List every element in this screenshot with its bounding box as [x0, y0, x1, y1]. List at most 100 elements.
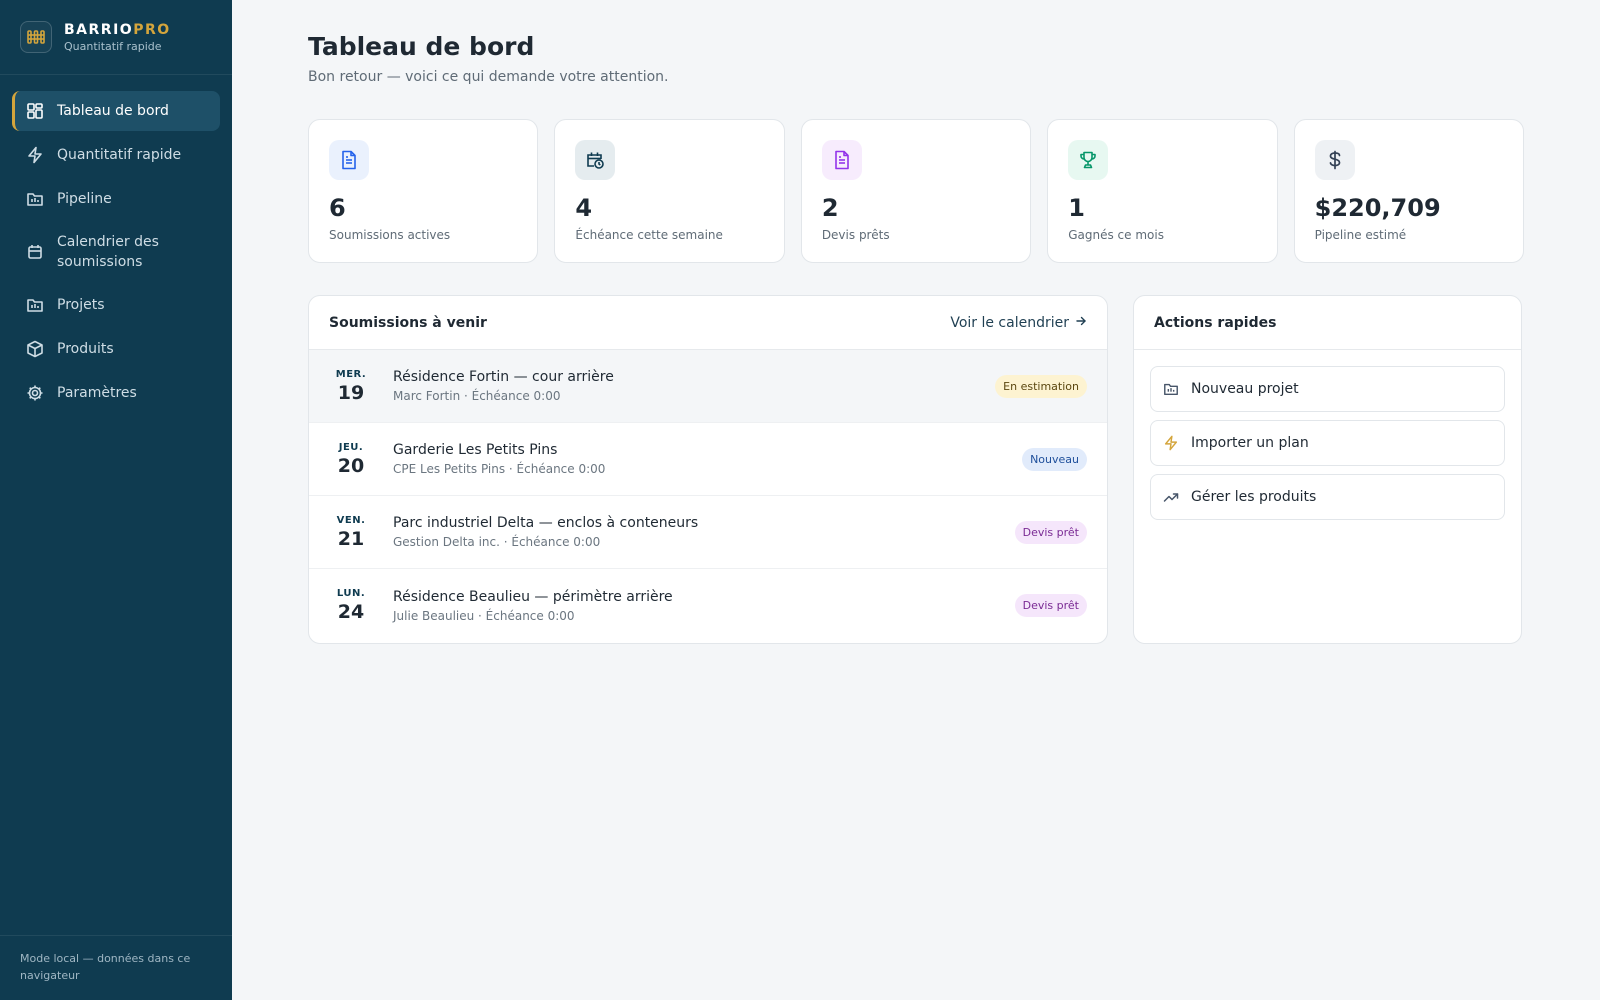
date-block: VEN. 21 [329, 515, 373, 550]
date-block: JEU. 20 [329, 442, 373, 477]
stat-card-active-submissions: 6 Soumissions actives [308, 119, 539, 263]
upcoming-submissions-card: Soumissions à venir Voir le calendrier M… [308, 295, 1108, 644]
sidebar-item-label: Projets [57, 297, 105, 313]
trending-up-icon [1163, 489, 1179, 505]
sidebar-nav: Tableau de bord Quantitatif rapide Pipel… [0, 75, 232, 433]
submission-row[interactable]: MER. 19 Résidence Fortin — cour arrière … [309, 350, 1107, 423]
weekday: VEN. [336, 514, 366, 526]
brand-name: BARRIOPRO [64, 21, 171, 38]
stat-card-won-this-month: 1 Gagnés ce mois [1047, 119, 1278, 263]
bolt-icon [26, 146, 44, 164]
quick-actions-list: Nouveau projet Importer un plan Gérer le… [1134, 350, 1521, 544]
sidebar-item-label: Paramètres [57, 385, 137, 401]
submission-title: Résidence Fortin — cour arrière [393, 369, 614, 385]
sidebar-item-label: Tableau de bord [57, 103, 169, 119]
stat-label: Soumissions actives [329, 228, 451, 242]
sidebar-item-products[interactable]: Produits [12, 329, 220, 369]
main-content: Tableau de bord Bon retour — voici ce qu… [232, 0, 1600, 1000]
dashboard-icon [26, 102, 44, 120]
submission-row[interactable]: JEU. 20 Garderie Les Petits Pins CPE Les… [309, 423, 1107, 496]
stat-card-estimated-pipeline: $220,709 Pipeline estimé [1293, 119, 1525, 263]
day-number: 19 [337, 381, 365, 404]
stat-card-due-this-week: 4 Échéance cette semaine [554, 119, 785, 263]
content-row: Soumissions à venir Voir le calendrier M… [308, 295, 1524, 644]
sidebar-item-dashboard[interactable]: Tableau de bord [12, 91, 220, 131]
manage-products-button[interactable]: Gérer les produits [1150, 474, 1505, 520]
stats-row: 6 Soumissions actives 4 Échéance cette s… [308, 119, 1525, 263]
logo-icon [20, 21, 52, 53]
dollar-icon [1314, 140, 1355, 180]
submission-row[interactable]: LUN. 24 Résidence Beaulieu — périmètre a… [309, 569, 1107, 642]
sidebar-item-label: Calendrier des soumissions [57, 234, 159, 270]
submission-meta: Julie Beaulieu · Échéance 0:00 [393, 608, 575, 623]
bolt-icon [1163, 435, 1179, 451]
sidebar-item-settings[interactable]: Paramètres [12, 373, 220, 413]
calendar-icon [26, 243, 44, 261]
submission-title: Résidence Beaulieu — périmètre arrière [393, 588, 673, 605]
calendar-clock-icon [575, 140, 616, 180]
action-label: Nouveau projet [1191, 381, 1299, 397]
box-icon [26, 340, 44, 358]
page-title: Tableau de bord [308, 32, 535, 61]
sidebar-item-pipeline[interactable]: Pipeline [12, 179, 220, 219]
sidebar-item-label: Pipeline [57, 191, 112, 207]
action-label: Importer un plan [1191, 435, 1309, 451]
arrow-right-icon [1075, 315, 1087, 331]
submission-meta: Marc Fortin · Échéance 0:00 [393, 389, 561, 403]
quick-actions-card: Actions rapides Nouveau projet Importer … [1133, 295, 1522, 644]
trophy-icon [1068, 140, 1109, 180]
submission-meta: CPE Les Petits Pins · Échéance 0:00 [393, 462, 606, 476]
status-badge: En estimation [995, 374, 1087, 398]
sidebar-item-label: Quantitatif rapide [57, 147, 182, 163]
brand-tagline: Quantitatif rapide [64, 39, 162, 53]
day-number: 21 [337, 527, 365, 550]
sidebar-item-calendar[interactable]: Calendrier des soumissions [12, 223, 220, 281]
stat-value: $220,709 [1314, 194, 1441, 222]
card-header: Actions rapides [1134, 296, 1521, 350]
folder-icon [1163, 381, 1179, 397]
document-icon [329, 140, 369, 180]
sidebar-item-projects[interactable]: Projets [12, 285, 220, 325]
submission-title: Garderie Les Petits Pins [393, 442, 558, 458]
card-header: Soumissions à venir Voir le calendrier [309, 296, 1107, 350]
stat-value: 1 [1068, 194, 1085, 222]
submission-title: Parc industriel Delta — enclos à contene… [393, 515, 699, 531]
status-badge: Nouveau [1022, 447, 1087, 471]
new-project-button[interactable]: Nouveau projet [1150, 366, 1505, 412]
storage-mode-note: Mode local — données dans ce navigateur [0, 935, 232, 1000]
submission-meta: Gestion Delta inc. · Échéance 0:00 [393, 535, 601, 549]
sidebar: BARRIOPRO Quantitatif rapide Tableau de … [0, 0, 232, 1000]
folder-icon [26, 190, 44, 208]
date-block: LUN. 24 [329, 588, 373, 623]
weekday: MER. [335, 368, 367, 380]
stat-value: 4 [575, 194, 593, 222]
card-title: Soumissions à venir [329, 314, 487, 331]
status-badge: Devis prêt [1014, 594, 1087, 617]
action-label: Gérer les produits [1191, 489, 1317, 505]
document-icon [821, 140, 862, 180]
sidebar-item-quick-takeoff[interactable]: Quantitatif rapide [12, 135, 220, 175]
gear-icon [26, 384, 44, 402]
page-subtitle: Bon retour — voici ce qui demande votre … [308, 69, 669, 85]
card-title: Actions rapides [1154, 314, 1277, 331]
submission-row[interactable]: VEN. 21 Parc industriel Delta — enclos à… [309, 496, 1107, 569]
link-label: Voir le calendrier [950, 314, 1069, 331]
day-number: 20 [337, 454, 365, 477]
sidebar-item-label: Produits [57, 341, 114, 357]
stat-value: 2 [821, 194, 839, 222]
date-block: MER. 19 [329, 369, 373, 404]
brand: BARRIOPRO Quantitatif rapide [0, 0, 232, 75]
day-number: 24 [337, 601, 365, 623]
stat-value: 6 [329, 194, 346, 222]
stat-label: Gagnés ce mois [1068, 228, 1164, 242]
status-badge: Devis prêt [1014, 520, 1087, 544]
stat-card-quotes-ready: 2 Devis prêts [800, 119, 1032, 263]
folder-icon [26, 296, 44, 314]
stat-label: Échéance cette semaine [575, 228, 723, 242]
stat-label: Pipeline estimé [1314, 228, 1407, 242]
view-calendar-link[interactable]: Voir le calendrier [950, 315, 1087, 331]
weekday: LUN. [336, 588, 366, 599]
import-plan-button[interactable]: Importer un plan [1150, 420, 1505, 466]
stat-label: Devis prêts [821, 228, 890, 242]
weekday: JEU. [338, 441, 364, 453]
